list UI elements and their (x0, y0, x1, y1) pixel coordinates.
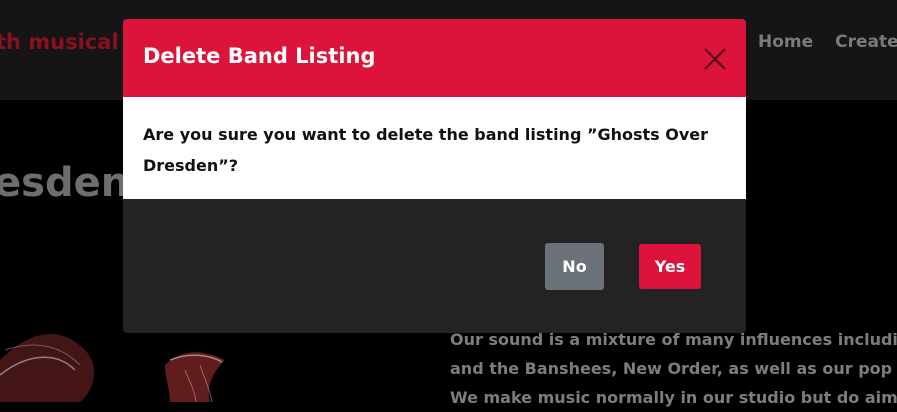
no-button[interactable]: No (545, 243, 604, 290)
modal-footer: No Yes (123, 199, 746, 333)
modal-message: Are you sure you want to delete the band… (143, 125, 709, 175)
nav-link-home[interactable]: Home (758, 32, 813, 52)
close-icon[interactable] (701, 45, 729, 73)
nav-link-create[interactable]: Create (835, 32, 897, 52)
delete-confirm-modal: Delete Band Listing Are you sure you wan… (123, 19, 746, 333)
brand-logo-text[interactable]: th musical (0, 30, 119, 54)
page-title: esden (0, 160, 130, 206)
description-line: and the Banshees, New Order, as well as … (450, 359, 897, 378)
description-line: We make music normally in our studio but… (450, 388, 897, 407)
modal-body: Are you sure you want to delete the band… (123, 97, 746, 199)
modal-title: Delete Band Listing (143, 44, 376, 68)
nav-links: Home Create (758, 32, 897, 52)
modal-header: Delete Band Listing (123, 19, 746, 97)
yes-button[interactable]: Yes (639, 244, 701, 289)
